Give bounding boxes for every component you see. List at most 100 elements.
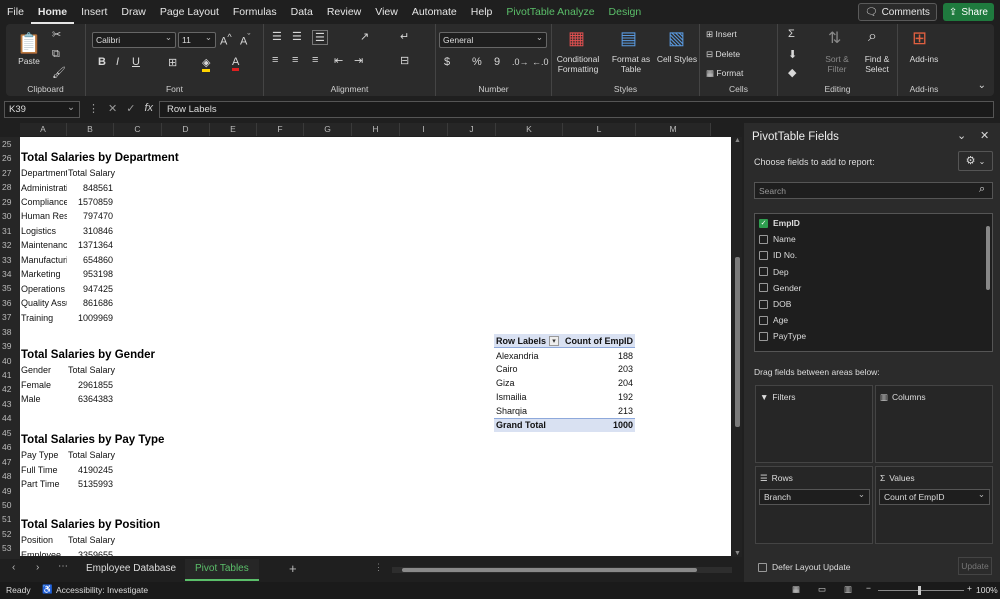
column-header[interactable]: M	[636, 123, 711, 136]
tab-automate[interactable]: Automate	[405, 0, 464, 24]
rows-area[interactable]: ☰Rows Branch	[755, 466, 873, 544]
insert-cells-button[interactable]: ⊞ Insert	[706, 29, 737, 39]
page-layout-view-icon[interactable]: ▭	[818, 584, 826, 595]
position-label-cell[interactable]: Employee	[21, 548, 67, 557]
row-header[interactable]: 46	[0, 440, 20, 454]
increase-font-icon[interactable]: A^	[220, 32, 232, 48]
cell-styles-icon[interactable]: ▧	[668, 28, 685, 49]
scroll-up-icon[interactable]: ▲	[734, 137, 741, 144]
dept-value-cell[interactable]: 1009969	[68, 311, 113, 325]
dept-value-cell[interactable]: 861686	[68, 296, 113, 310]
increase-decimal-icon[interactable]: .0→	[512, 57, 529, 67]
tab-data[interactable]: Data	[284, 0, 320, 24]
dept-value-cell[interactable]: 953198	[68, 267, 113, 281]
row-header[interactable]: 44	[0, 411, 20, 425]
row-header[interactable]: 50	[0, 498, 20, 512]
cancel-icon[interactable]: ✕	[108, 102, 117, 115]
row-header[interactable]: 35	[0, 281, 20, 295]
decrease-decimal-icon[interactable]: ←.0	[532, 57, 549, 67]
align-top-icon[interactable]: ☰	[272, 30, 282, 43]
row-header[interactable]: 48	[0, 469, 20, 483]
row-header[interactable]: 52	[0, 527, 20, 541]
field-checkbox[interactable]	[759, 283, 768, 292]
settings-button[interactable]: ⚙ ⌄	[958, 151, 993, 171]
column-header[interactable]: L	[563, 123, 636, 136]
column-header[interactable]: K	[496, 123, 563, 136]
dept-label-cell[interactable]: Operations	[21, 282, 67, 296]
gender-title[interactable]: Total Salaries by Gender	[21, 348, 241, 362]
dept-label-cell[interactable]: Quality Assurance	[21, 296, 67, 310]
row-header[interactable]: 39	[0, 339, 20, 353]
addins-icon[interactable]: ⊞	[912, 28, 927, 49]
cell-grid[interactable]: Total Salaries by Department Department …	[20, 137, 731, 556]
row-header[interactable]: 42	[0, 382, 20, 396]
row-header[interactable]: 33	[0, 253, 20, 267]
pivot-row-value[interactable]: 192	[580, 390, 633, 404]
dept-header-2[interactable]: Total Salary	[68, 166, 128, 180]
normal-view-icon[interactable]: ▦	[792, 584, 800, 595]
row-header[interactable]: 26	[0, 151, 20, 165]
tab-help[interactable]: Help	[464, 0, 500, 24]
column-header[interactable]: E	[210, 123, 257, 136]
field-checkbox[interactable]	[759, 332, 768, 341]
insert-function-icon[interactable]: fx	[144, 102, 153, 115]
tab-view[interactable]: View	[368, 0, 405, 24]
row-field-branch[interactable]: Branch	[759, 489, 870, 505]
filters-area[interactable]: ▼Filters	[755, 385, 873, 463]
field-item[interactable]: DOB	[759, 299, 791, 309]
dept-label-cell[interactable]: Compliance	[21, 195, 67, 209]
row-header[interactable]: 49	[0, 484, 20, 498]
zoom-out-icon[interactable]: −	[866, 583, 871, 593]
field-item[interactable]: ✓EmpID	[759, 218, 800, 228]
field-search-input[interactable]: Search	[754, 182, 993, 199]
tab-insert[interactable]: Insert	[74, 0, 114, 24]
next-sheet-icon[interactable]: ›	[36, 562, 39, 573]
more-sheets-icon[interactable]: ⋯	[58, 561, 68, 572]
addins-button[interactable]: Add-ins	[900, 54, 948, 64]
formula-input[interactable]: Row Labels	[159, 101, 994, 118]
row-header[interactable]: 30	[0, 209, 20, 223]
zoom-slider-thumb[interactable]	[918, 586, 921, 595]
field-item[interactable]: Age	[759, 315, 788, 325]
columns-area[interactable]: ▥Columns	[875, 385, 993, 463]
defer-checkbox[interactable]	[758, 563, 767, 572]
tab-review[interactable]: Review	[320, 0, 368, 24]
cell-styles-button[interactable]: Cell Styles	[656, 54, 698, 64]
sheet-tab-pivot-tables[interactable]: Pivot Tables	[185, 559, 259, 581]
format-cells-button[interactable]: ▦ Format	[706, 68, 743, 78]
column-header[interactable]: B	[67, 123, 114, 136]
conditional-formatting-button[interactable]: Conditional Formatting	[552, 54, 604, 74]
percent-icon[interactable]: %	[472, 56, 482, 68]
field-checkbox[interactable]	[759, 300, 768, 309]
dept-value-cell[interactable]: 654860	[68, 253, 113, 267]
dept-label-cell[interactable]: Administration	[21, 181, 67, 195]
dept-label-cell[interactable]: Training	[21, 311, 67, 325]
pivot-row-label[interactable]: Sharqia	[496, 404, 556, 418]
row-header[interactable]: 37	[0, 310, 20, 324]
row-header[interactable]: 45	[0, 426, 20, 440]
column-header[interactable]: F	[257, 123, 304, 136]
tab-file[interactable]: File	[0, 0, 31, 24]
row-header[interactable]: 53	[0, 541, 20, 555]
pivot-total-label[interactable]: Grand Total	[496, 418, 556, 432]
dept-label-cell[interactable]: Logistics	[21, 224, 67, 238]
field-list-scrollbar[interactable]	[986, 226, 990, 290]
field-checkbox[interactable]: ✓	[759, 219, 768, 228]
filter-dropdown-icon[interactable]: ▾	[549, 336, 559, 346]
align-center-icon[interactable]: ≡	[292, 54, 298, 66]
dept-title[interactable]: Total Salaries by Department	[21, 151, 241, 165]
tab-draw[interactable]: Draw	[114, 0, 153, 24]
enter-icon[interactable]: ✓	[126, 102, 135, 115]
dept-label-cell[interactable]: Manufacturing	[21, 253, 67, 267]
row-header[interactable]: 34	[0, 267, 20, 281]
position-value-cell[interactable]: 3359655	[68, 548, 113, 557]
dept-value-cell[interactable]: 1570859	[68, 195, 113, 209]
position-title[interactable]: Total Salaries by Position	[21, 518, 241, 532]
find-select-button[interactable]: Find & Select	[858, 54, 896, 74]
dept-label-cell[interactable]: Marketing	[21, 267, 67, 281]
align-bottom-icon[interactable]: ☰	[312, 30, 328, 45]
dept-label-cell[interactable]: Human Resources	[21, 209, 67, 223]
tab-home[interactable]: Home	[31, 0, 74, 24]
column-header[interactable]: H	[352, 123, 400, 136]
row-header[interactable]: 32	[0, 238, 20, 252]
